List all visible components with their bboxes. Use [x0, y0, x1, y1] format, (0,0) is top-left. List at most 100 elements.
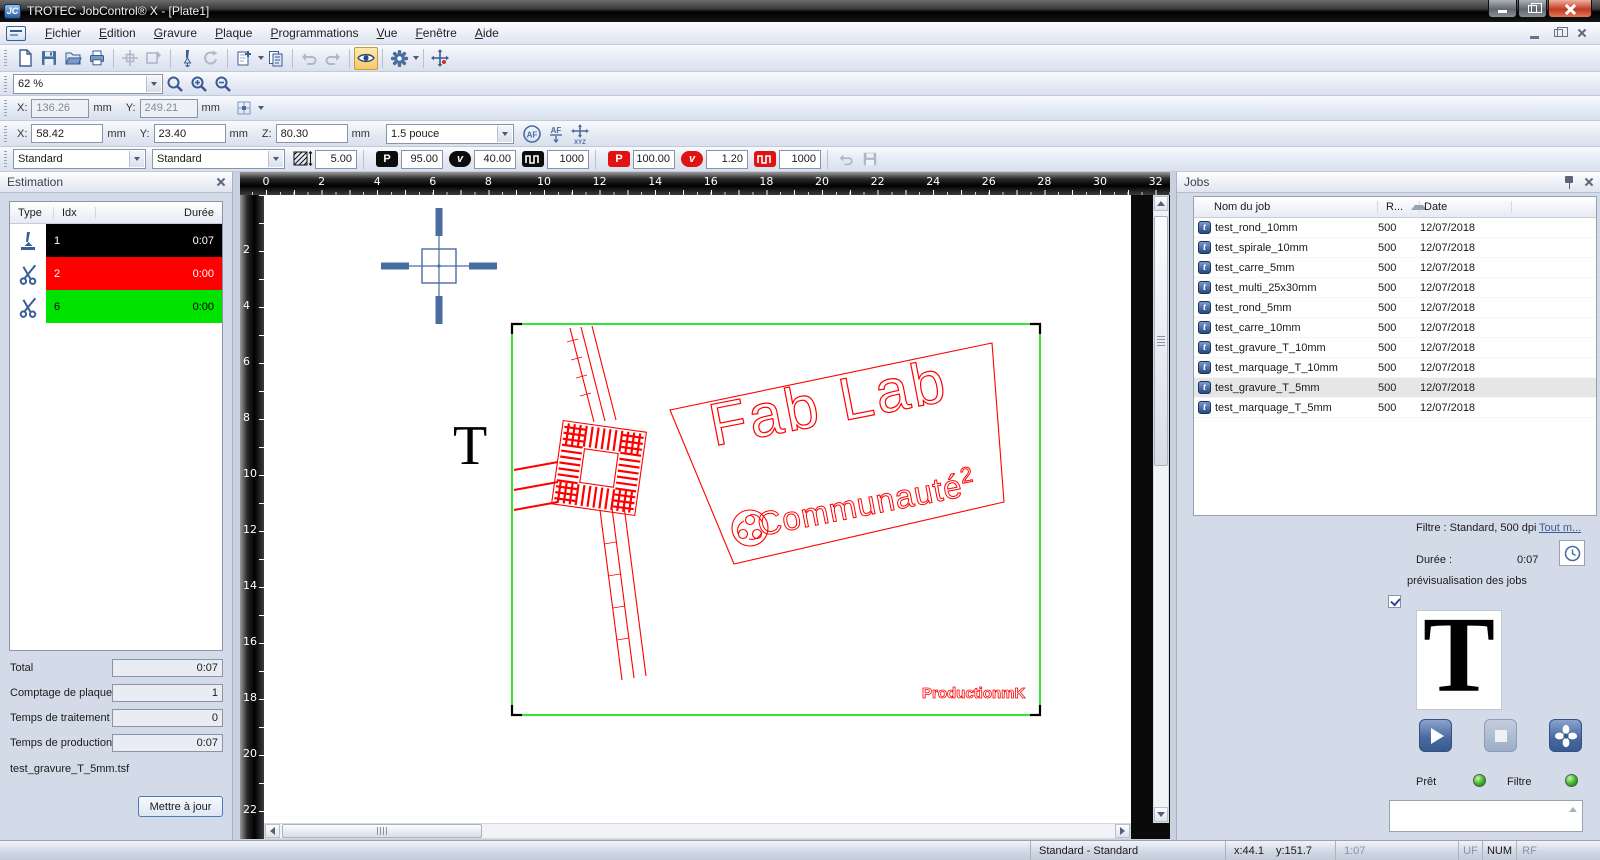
job-row[interactable]: ttest_carre_10mm50012/07/2018 — [1194, 318, 1596, 338]
zoom-level-combo[interactable]: 62 % — [13, 74, 163, 94]
exhaust-fan-button[interactable] — [1549, 719, 1582, 752]
position-mode-button[interactable] — [232, 97, 256, 120]
recalc-duration-button[interactable] — [1559, 540, 1585, 566]
placed-letter-t[interactable]: T — [453, 415, 487, 477]
toolbar-grip[interactable] — [4, 151, 7, 167]
pin-panel-icon[interactable] — [1563, 175, 1575, 189]
mdi-minimize-button[interactable] — [1526, 26, 1542, 40]
save-params-button[interactable] — [858, 148, 882, 171]
laser-y-input[interactable]: 23.40 — [154, 124, 226, 143]
menu-edition[interactable]: Edition — [90, 22, 145, 44]
column-idx[interactable]: Idx — [54, 207, 96, 219]
column-type[interactable]: Type — [10, 207, 54, 219]
estimation-row[interactable]: 20:00 — [10, 257, 222, 290]
thickness-input[interactable]: 5.00 — [315, 150, 357, 169]
laser-x-input[interactable]: 58.42 — [31, 124, 103, 143]
undo-button[interactable] — [297, 47, 321, 70]
autofocus-move-button[interactable]: AF — [544, 122, 568, 145]
scroll-up-button[interactable] — [1154, 196, 1168, 211]
mdi-close-button[interactable] — [1574, 26, 1590, 40]
add-job-button[interactable] — [232, 47, 256, 70]
preview-jobs-checkbox[interactable] — [1388, 595, 1401, 608]
toolbar-grip[interactable] — [4, 76, 7, 92]
center-position-button[interactable] — [118, 47, 142, 70]
play-button[interactable] — [1419, 719, 1452, 752]
vertical-scrollbar[interactable] — [1153, 195, 1169, 823]
job-row[interactable]: ttest_gravure_T_10mm50012/07/2018 — [1194, 338, 1596, 358]
horizontal-scroll-thumb[interactable] — [282, 824, 482, 838]
restore-button[interactable] — [1518, 0, 1547, 18]
job-row[interactable]: ttest_carre_5mm50012/07/2018 — [1194, 258, 1596, 278]
rotate-plate-button[interactable] — [199, 47, 223, 70]
menu-plaque[interactable]: Plaque — [206, 22, 261, 44]
plate-group[interactable]: Fab Lab Communauté2 ProductionmK — [512, 324, 1040, 715]
close-button[interactable] — [1548, 0, 1592, 18]
print-button[interactable] — [85, 47, 109, 70]
document-icon[interactable] — [6, 26, 26, 41]
scroll-right-button[interactable] — [1115, 824, 1130, 838]
frequency1-input[interactable]: 1000 — [547, 150, 589, 169]
show-all-link[interactable]: Tout m... — [1539, 522, 1581, 534]
position-mode-dropdown[interactable] — [258, 106, 264, 110]
menu-fichier[interactable]: Fichier — [36, 22, 90, 44]
zoom-in-button[interactable] — [187, 72, 211, 95]
column-date[interactable]: Date — [1420, 201, 1512, 213]
settings-dropdown[interactable] — [413, 56, 419, 60]
mdi-restore-button[interactable] — [1550, 26, 1566, 40]
process-combo-button[interactable] — [268, 151, 283, 167]
preview-toggle-button[interactable] — [354, 47, 378, 70]
toolbar-grip[interactable] — [4, 100, 7, 116]
toolbar-grip[interactable] — [4, 50, 7, 66]
job-row[interactable]: ttest_marquage_T_10mm50012/07/2018 — [1194, 358, 1596, 378]
menu-aide[interactable]: Aide — [466, 22, 508, 44]
frequency2-input[interactable]: 1000 — [779, 150, 821, 169]
minimize-button[interactable] — [1488, 0, 1517, 18]
speed2-input[interactable]: 1.20 — [706, 150, 748, 169]
focus-laser-button[interactable] — [175, 47, 199, 70]
estimation-row[interactable]: 60:00 — [10, 290, 222, 323]
delete-job-button[interactable] — [264, 47, 288, 70]
column-job-name[interactable]: Nom du job — [1194, 201, 1378, 213]
job-row[interactable]: ttest_gravure_T_5mm50012/07/2018 — [1194, 378, 1596, 398]
scroll-down-button[interactable] — [1154, 807, 1168, 822]
power1-input[interactable]: 95.00 — [401, 150, 443, 169]
autofocus-button[interactable]: AF — [520, 122, 544, 145]
zoom-lens-button[interactable] — [163, 72, 187, 95]
menu-programmations[interactable]: Programmations — [261, 22, 367, 44]
menu-vue[interactable]: Vue — [368, 22, 407, 44]
job-row[interactable]: ttest_spirale_10mm50012/07/2018 — [1194, 238, 1596, 258]
new-file-button[interactable] — [13, 47, 37, 70]
job-row[interactable]: ttest_marquage_T_5mm50012/07/2018 — [1194, 398, 1596, 418]
power2-input[interactable]: 100.00 — [633, 150, 675, 169]
stop-button[interactable] — [1484, 719, 1517, 752]
zoom-combo-button[interactable] — [146, 76, 161, 92]
redo-button[interactable] — [321, 47, 345, 70]
open-button[interactable] — [61, 47, 85, 70]
menu-gravure[interactable]: Gravure — [145, 22, 206, 44]
save-button[interactable] — [37, 47, 61, 70]
lens-combo-button[interactable] — [497, 126, 512, 142]
plate-work-area[interactable]: T — [264, 195, 1131, 823]
horizontal-scrollbar[interactable] — [264, 823, 1131, 839]
job-row[interactable]: ttest_rond_10mm50012/07/2018 — [1194, 218, 1596, 238]
job-row[interactable]: ttest_multi_25x30mm50012/07/2018 — [1194, 278, 1596, 298]
column-duree[interactable]: Durée — [96, 207, 222, 219]
scroll-left-button[interactable] — [265, 824, 280, 838]
column-resolution[interactable]: R... — [1378, 201, 1420, 213]
estimation-row[interactable]: 10:07 — [10, 224, 222, 257]
revert-params-button[interactable] — [834, 148, 858, 171]
speed1-input[interactable]: 40.00 — [474, 150, 516, 169]
position-plate-button[interactable] — [142, 47, 166, 70]
close-panel-button[interactable] — [1585, 178, 1593, 186]
material-combo-button[interactable] — [129, 151, 144, 167]
move-xyz-button[interactable]: XYZ — [568, 122, 592, 145]
close-panel-button[interactable] — [217, 178, 225, 186]
menu-fenetre[interactable]: Fenêtre — [406, 22, 465, 44]
laser-z-input[interactable]: 80.30 — [276, 124, 348, 143]
zoom-out-button[interactable] — [211, 72, 235, 95]
jobs-message-box[interactable] — [1389, 800, 1583, 832]
toolbar-grip[interactable] — [4, 126, 7, 142]
settings-button[interactable] — [387, 47, 411, 70]
material-combo[interactable]: Standard — [13, 149, 146, 169]
process-combo[interactable]: Standard — [152, 149, 285, 169]
